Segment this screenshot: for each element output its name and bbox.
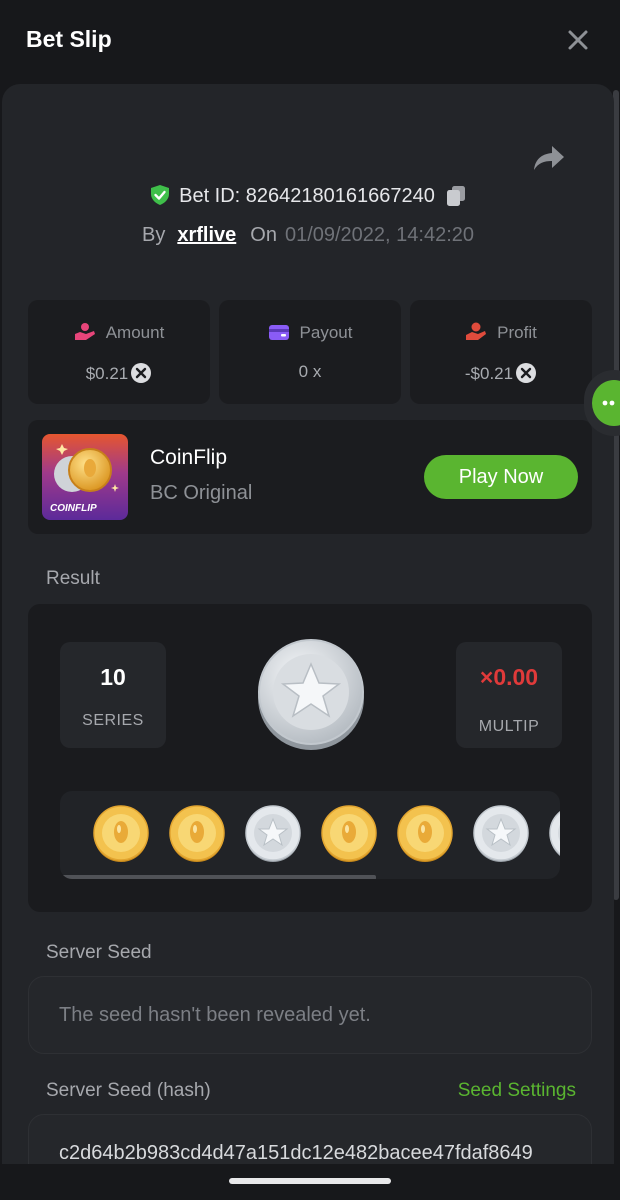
hand-coin-icon <box>74 323 95 340</box>
hand-money-icon <box>466 322 487 340</box>
more-dots-icon <box>602 400 615 406</box>
stat-amount-value: $0.21 <box>85 364 129 383</box>
wallet-icon <box>268 325 289 340</box>
multiplier-label: MULTIP <box>478 718 540 735</box>
currency-x-icon <box>516 363 537 383</box>
play-now-button[interactable]: Play Now <box>424 455 578 499</box>
bet-id: Bet ID: 82642180161667240 <box>179 185 435 207</box>
multiplier-box: ×0.00 MULTIP <box>456 642 562 748</box>
bet-meta-row: By xrflive On 01/09/2022, 14:42:20 <box>2 224 614 247</box>
share-icon[interactable] <box>532 144 566 172</box>
close-icon[interactable] <box>566 28 590 52</box>
series-label: SERIES <box>82 712 144 729</box>
stat-profit-value: -$0.21 <box>464 364 514 383</box>
result-label: Result <box>46 568 100 589</box>
result-panel: 10 SERIES ×0.00 MULTIP <box>28 604 592 912</box>
seed-settings-link[interactable]: Seed Settings <box>458 1080 576 1102</box>
by-label: By <box>141 224 166 246</box>
stat-payout-value: 0 x <box>298 362 322 381</box>
game-name: CoinFlip <box>150 446 228 469</box>
game-provider: BC Original <box>150 482 253 504</box>
on-label: On <box>250 224 277 246</box>
game-card: COINFLIP CoinFlip BC Original Play Now <box>28 420 592 534</box>
home-indicator[interactable] <box>229 1178 391 1184</box>
bet-stats: Amount $0.21 Payout 0 x Profit -$0.21 <box>28 300 592 404</box>
gold-coin-icon <box>93 805 149 862</box>
header: Bet Slip <box>0 0 620 84</box>
username-link[interactable]: xrflive <box>177 224 236 246</box>
coinflip-thumbnail-image: COINFLIP <box>42 434 128 520</box>
game-thumbnail[interactable]: COINFLIP <box>42 434 128 520</box>
gold-coin-icon <box>321 805 377 862</box>
stat-payout-label: Payout <box>299 323 353 342</box>
page-title: Bet Slip <box>26 26 112 52</box>
series-value: 10 <box>100 664 126 690</box>
silver-coin-icon <box>549 811 560 856</box>
multiplier-value: ×0.00 <box>479 664 539 690</box>
series-box: 10 SERIES <box>60 642 166 748</box>
stat-profit-label: Profit <box>497 323 537 342</box>
server-seed-hash-field[interactable]: c2d64b2b983cd4d47a151dc12e482bacee47fdaf… <box>28 1114 592 1164</box>
coin-history-track[interactable] <box>60 791 560 879</box>
stat-payout: Payout 0 x <box>219 300 401 404</box>
silver-coin-icon <box>473 805 529 862</box>
stat-amount-label: Amount <box>105 323 165 342</box>
gold-coin-icon <box>169 805 225 862</box>
bet-date: 01/09/2022, 14:42:20 <box>284 224 475 246</box>
gold-coin-icon <box>397 805 453 862</box>
server-seed-label: Server Seed <box>46 942 152 963</box>
silver-coin-icon <box>258 639 364 750</box>
currency-x-icon <box>131 363 152 383</box>
silver-coin-icon <box>245 805 301 862</box>
thumbnail-label: COINFLIP <box>50 503 97 514</box>
server-seed-hash-label: Server Seed (hash) <box>46 1080 211 1101</box>
stat-profit: Profit -$0.21 <box>410 300 592 404</box>
stat-amount: Amount $0.21 <box>28 300 210 404</box>
verified-shield-icon <box>151 185 170 205</box>
bet-slip-panel: Bet ID: 82642180161667240 By xrflive On 01/… <box>2 84 614 1164</box>
horizontal-scrollbar[interactable] <box>60 875 376 879</box>
server-seed-field[interactable]: The seed hasn't been revealed yet. <box>28 976 592 1054</box>
bet-id-row: Bet ID: 82642180161667240 <box>2 184 614 208</box>
copy-icon[interactable] <box>445 185 467 207</box>
